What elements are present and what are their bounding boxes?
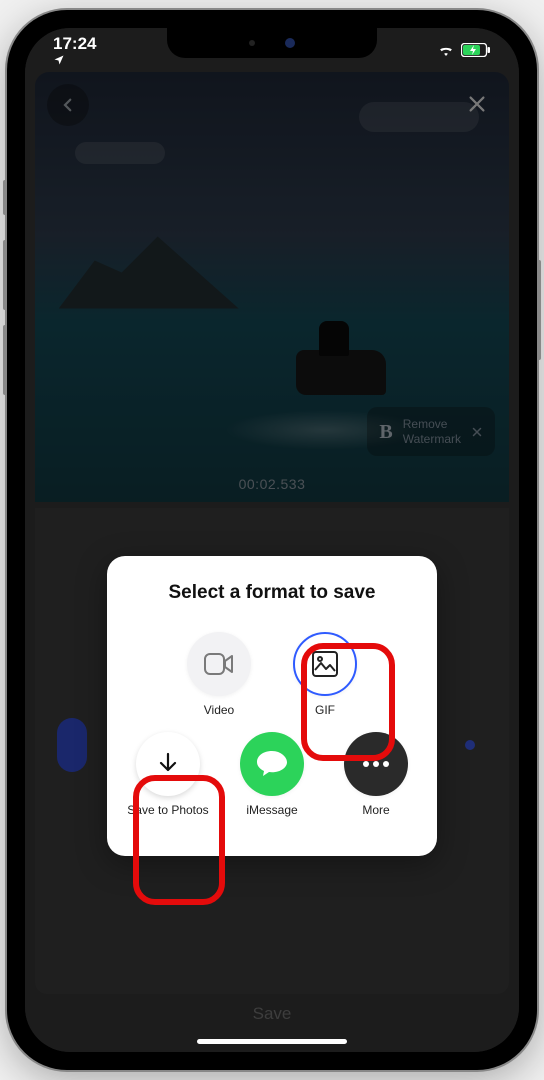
option-imessage[interactable]: iMessage [229, 732, 315, 818]
format-row: Video GIF [125, 632, 419, 718]
more-icon [344, 732, 408, 796]
option-video[interactable]: Video [175, 632, 263, 718]
imessage-icon [240, 732, 304, 796]
option-more-label: More [362, 804, 389, 818]
battery-icon [461, 43, 491, 57]
modal-title: Select a format to save [125, 582, 419, 604]
video-icon [187, 632, 251, 696]
wifi-icon [437, 43, 455, 57]
screen: 17:24 [25, 28, 519, 1052]
download-icon [136, 732, 200, 796]
share-row: Save to Photos iMessage More [125, 732, 419, 818]
status-time: 17:24 [53, 34, 96, 53]
option-gif[interactable]: GIF [281, 632, 369, 718]
notch [167, 28, 377, 58]
status-right [437, 43, 491, 57]
option-imessage-label: iMessage [246, 804, 297, 818]
option-gif-label: GIF [315, 704, 335, 718]
save-format-modal: Select a format to save Video GIF [107, 556, 437, 856]
location-arrow-icon [53, 54, 98, 66]
modal-backdrop[interactable] [25, 28, 519, 1052]
home-indicator[interactable] [197, 1039, 347, 1044]
gif-icon [293, 632, 357, 696]
option-video-label: Video [204, 704, 234, 718]
option-more[interactable]: More [333, 732, 419, 818]
option-save-label: Save to Photos [127, 804, 208, 818]
status-time-group: 17:24 [53, 34, 98, 66]
phone-frame: 17:24 [7, 10, 537, 1070]
option-save-to-photos[interactable]: Save to Photos [125, 732, 211, 818]
